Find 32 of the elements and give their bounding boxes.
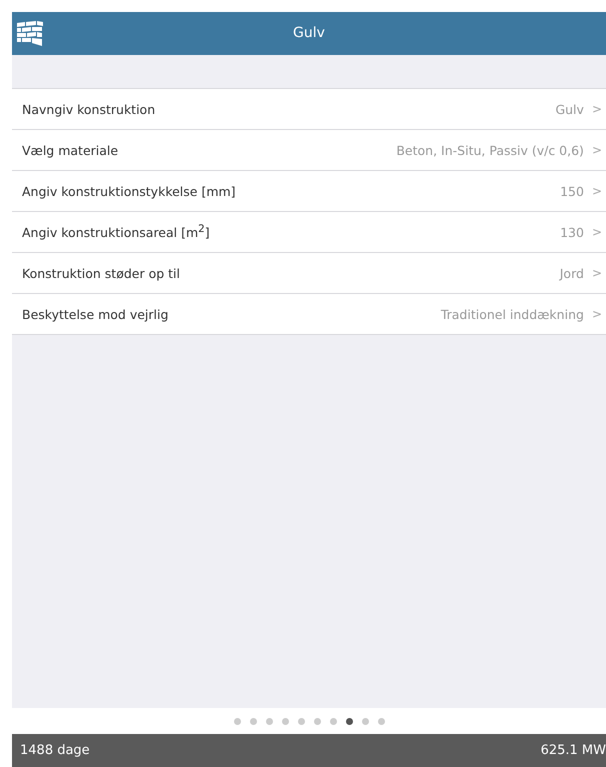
- row-value: Jord: [560, 266, 584, 280]
- page-dot[interactable]: [362, 718, 368, 724]
- chevron-icon: >: [592, 266, 602, 280]
- row-label: Angiv konstruktionsareal [m$^{2}$]: [22, 223, 211, 241]
- chevron-icon: >: [592, 225, 602, 239]
- page-dot[interactable]: [314, 718, 320, 724]
- row-label: Beskyttelse mod vejrlig: [22, 306, 170, 322]
- row-label: Navngiv konstruktion: [22, 102, 156, 116]
- energy-total: 625.1 MW: [540, 743, 606, 758]
- chevron-icon: >: [592, 102, 602, 116]
- page-dot[interactable]: [378, 718, 384, 724]
- days-count: 1488 dage: [20, 743, 90, 758]
- brick-wall-icon: [16, 20, 44, 46]
- page-dot[interactable]: [330, 718, 336, 724]
- page-dot[interactable]: [266, 718, 272, 724]
- screen-title: Gulv: [292, 24, 326, 43]
- row-label: Vælg materiale: [22, 142, 120, 158]
- chevron-icon: >: [592, 184, 602, 198]
- row-value: Beton, In-Situ, Passiv (v/c 0,6): [396, 142, 584, 158]
- row-value: 150: [560, 184, 584, 198]
- page-dot[interactable]: [282, 718, 288, 724]
- page-dot[interactable]: [298, 718, 304, 724]
- chevron-icon: >: [592, 307, 602, 321]
- row-label: Angiv konstruktionstykkelse [mm]: [22, 184, 237, 198]
- row-value: Traditionel inddækning: [440, 306, 584, 322]
- page-dot[interactable]: [234, 718, 240, 724]
- row-value: 130: [560, 224, 584, 240]
- row-label: Konstruktion støder op til: [22, 266, 181, 280]
- page-dot[interactable]: [250, 718, 256, 724]
- row-value: Gulv: [555, 102, 584, 116]
- page-dot[interactable]: [346, 718, 352, 724]
- chevron-icon: >: [592, 143, 602, 157]
